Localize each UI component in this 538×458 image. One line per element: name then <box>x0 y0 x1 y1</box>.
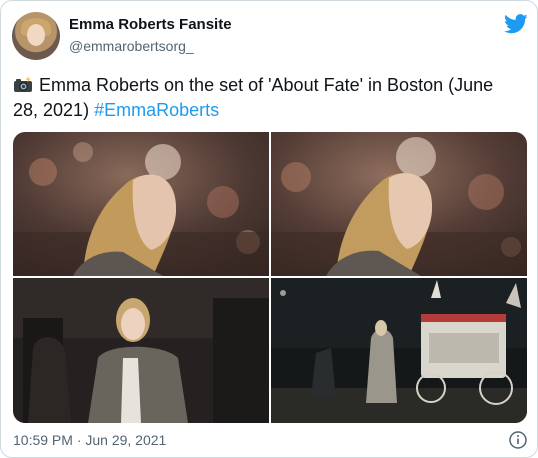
twitter-bird-icon[interactable] <box>504 14 528 34</box>
tweet-timestamp[interactable]: 10:59 PM · Jun 29, 2021 <box>13 432 166 448</box>
tweet-card: Emma Roberts Fansite @emmarobertsorg_ Em… <box>0 0 538 458</box>
tweet-text: Emma Roberts on the set of 'About Fate' … <box>13 73 523 123</box>
set-photo-closeup-1[interactable] <box>13 132 269 276</box>
display-name[interactable]: Emma Roberts Fansite <box>69 16 232 33</box>
set-photo-coat[interactable] <box>13 278 269 423</box>
camera-with-flash-icon <box>14 77 32 92</box>
set-photo-carriage[interactable] <box>271 278 527 423</box>
set-photo-closeup-2[interactable] <box>271 132 527 276</box>
tweet-body: Emma Roberts on the set of 'About Fate' … <box>13 75 494 120</box>
info-icon[interactable] <box>509 431 527 449</box>
avatar[interactable] <box>12 12 60 60</box>
user-handle[interactable]: @emmarobertsorg_ <box>69 38 194 54</box>
hashtag-link[interactable]: #EmmaRoberts <box>94 100 219 120</box>
media-grid <box>13 132 527 423</box>
